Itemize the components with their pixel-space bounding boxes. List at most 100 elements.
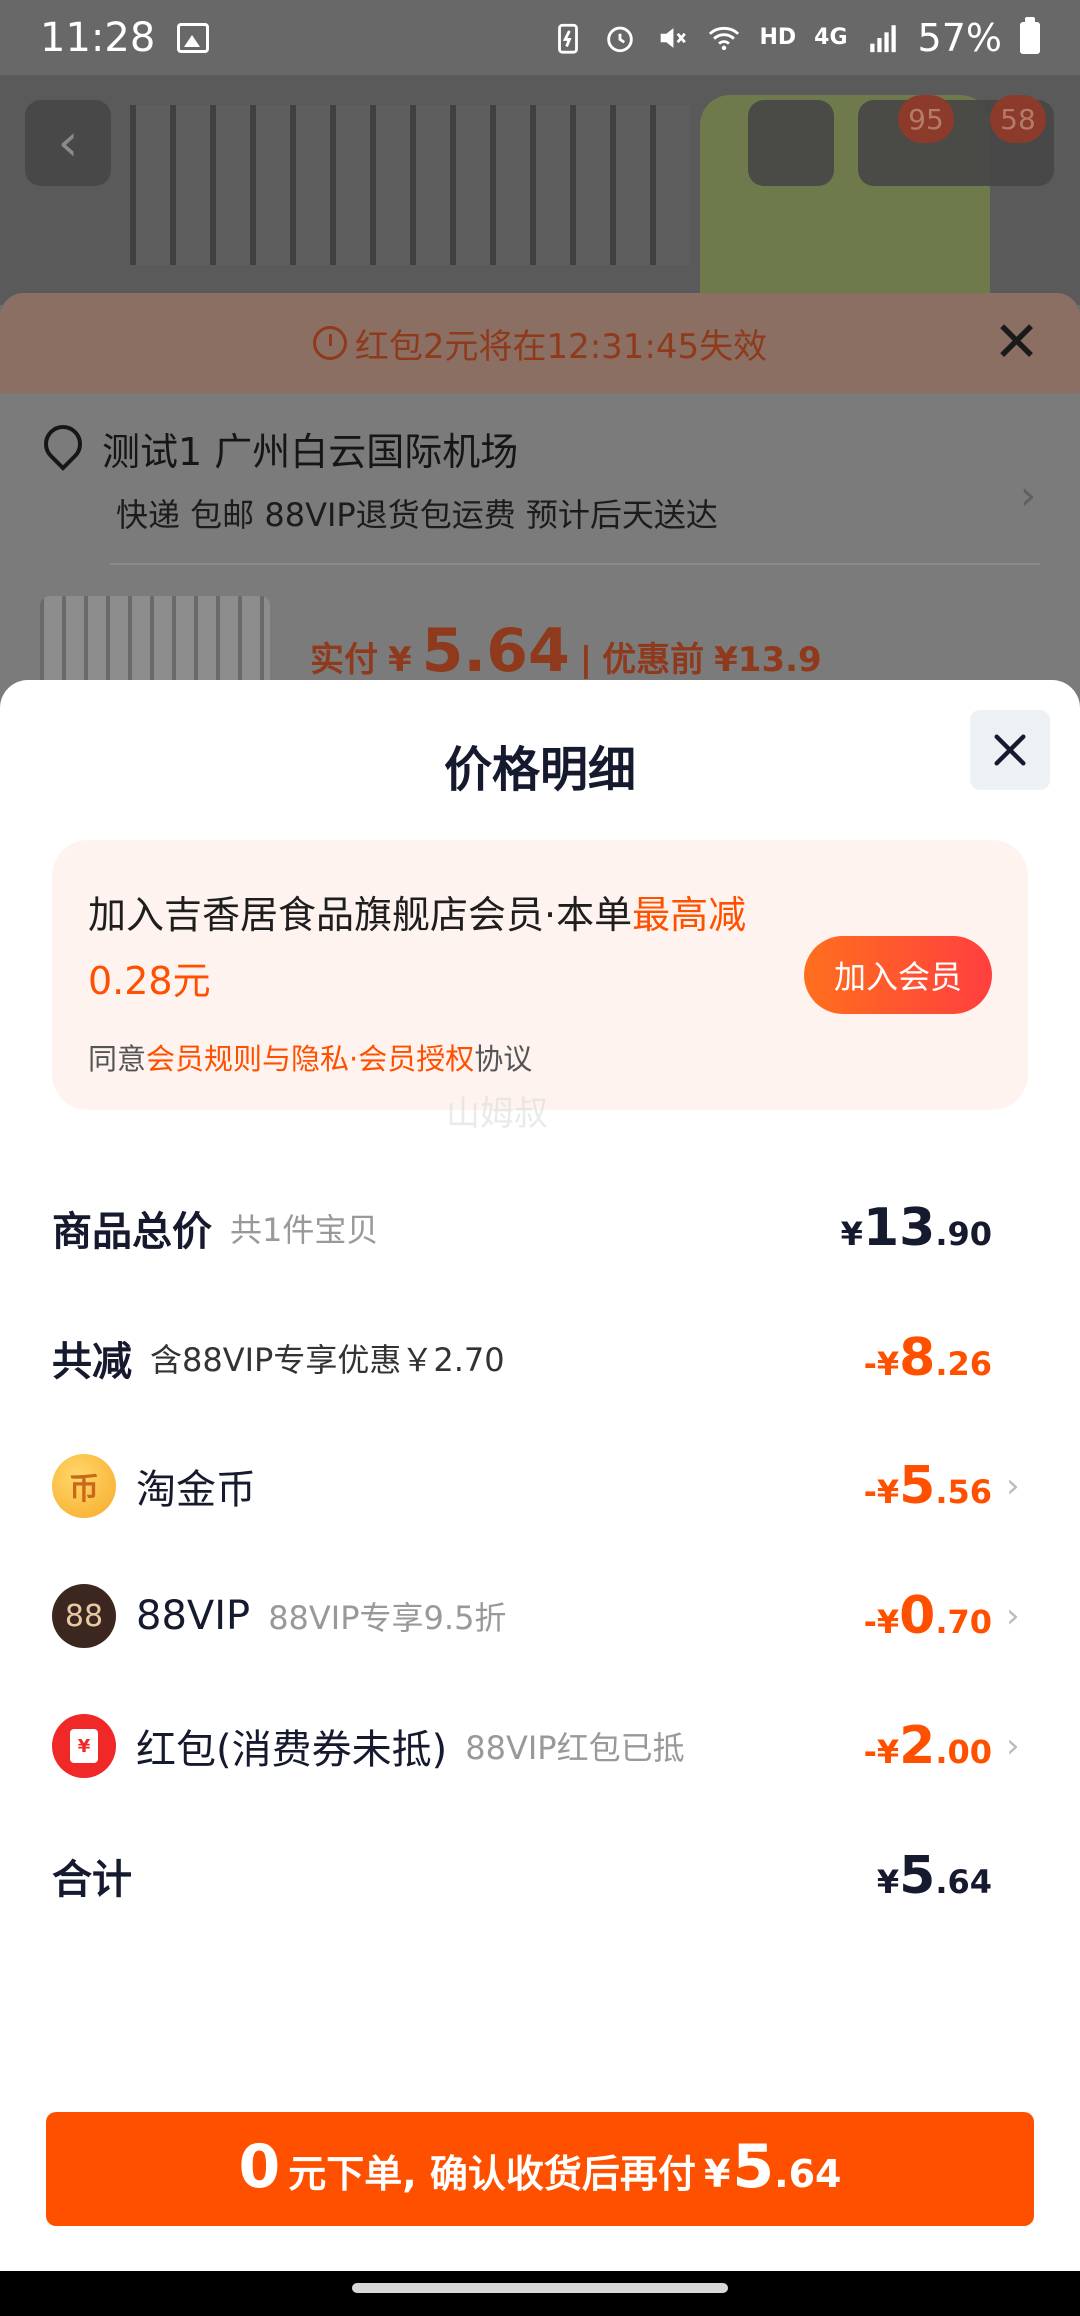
gold-coin-icon: 币	[52, 1454, 116, 1518]
order-sheet: 红包2元将在12:31:45失效 ✕ 测试1 广州白云国际机场 快递 包邮 88…	[0, 293, 1080, 713]
row-sum: 合计 ¥5.64	[52, 1836, 1028, 1916]
total-price-value: ¥13.90	[841, 1198, 992, 1258]
value-decimal: .56	[935, 1473, 992, 1511]
hd-indicator: HD	[759, 25, 797, 50]
status-time: 11:28	[40, 14, 156, 61]
discount-sub: 含88VIP专享优惠￥2.70	[150, 1341, 505, 1379]
join-member-button[interactable]: 加入会员	[804, 936, 992, 1014]
vip-sub: 88VIP专享9.5折	[268, 1599, 507, 1637]
back-button[interactable]: ‹	[25, 100, 111, 186]
redpack-value: -¥ 2.00	[864, 1716, 992, 1776]
agree-prefix: 同意	[88, 1042, 147, 1076]
total-price-sub: 共1件宝贝	[230, 1211, 379, 1249]
member-agreement: 同意会员规则与隐私·会员授权协议	[88, 1036, 992, 1078]
sum-value: ¥5.64	[877, 1846, 992, 1906]
row-88vip[interactable]: 88 88VIP 88VIP专享9.5折 -¥ 0.70 ›	[52, 1576, 1028, 1656]
discount-label: 共减	[52, 1339, 132, 1385]
value-currency: -¥	[863, 1473, 900, 1511]
member-promo-main: 加入吉香居食品旗舰店会员·本单	[88, 893, 633, 937]
order-price: 实付 ¥ 5.64 | 优惠前 ¥13.9	[310, 616, 822, 686]
wifi-icon	[709, 26, 740, 50]
location-pin-icon	[40, 425, 80, 473]
member-promo-card: 加入吉香居食品旗舰店会员·本单最高减0.28元 同意会员规则与隐私·会员授权协议…	[52, 840, 1028, 1110]
address-text: 测试1 广州白云国际机场	[102, 430, 519, 474]
red-envelope-icon: ¥	[52, 1714, 116, 1778]
paid-currency: ¥	[388, 640, 412, 680]
mute-icon	[661, 27, 687, 48]
agree-suffix: 协议	[474, 1042, 533, 1076]
value-integer: 8	[899, 1328, 936, 1388]
row-taojinbi[interactable]: 币 淘金币 -¥ 5.56 ›	[52, 1446, 1028, 1526]
value-decimal: .00	[935, 1733, 992, 1771]
submit-order-button[interactable]: 0 元下单, 确认收货后再付 ¥ 5 .64	[46, 2112, 1034, 2226]
value-integer: 13	[862, 1198, 936, 1258]
value-decimal: .90	[935, 1215, 992, 1253]
submit-zero: 0	[238, 2132, 281, 2202]
value-currency: -¥	[863, 1733, 900, 1771]
alarm-icon	[607, 26, 634, 52]
submit-amount-int: 5	[732, 2132, 775, 2202]
signal-icon	[869, 24, 896, 52]
chevron-right-icon: ›	[1006, 1466, 1020, 1506]
member-promo-text: 加入吉香居食品旗舰店会员·本单最高减0.28元	[88, 882, 748, 1014]
paid-label: 实付	[310, 640, 378, 680]
message-badge: 58	[990, 95, 1046, 143]
value-currency: ¥	[840, 1215, 863, 1253]
battery-percent: 57%	[917, 15, 1002, 60]
submit-amount-dec: .64	[774, 2152, 842, 2196]
network-type: 4G	[814, 25, 848, 50]
value-decimal: .70	[935, 1603, 992, 1641]
submit-currency: ¥	[703, 2152, 731, 2196]
price-separator: |	[579, 640, 593, 680]
member-rules-link[interactable]: 会员规则与隐私·会员授权	[146, 1042, 474, 1076]
clock-icon	[312, 326, 347, 360]
product-page-background: ‹ 95 58	[0, 75, 1080, 305]
value-integer: 0	[899, 1586, 936, 1646]
row-redpack[interactable]: ¥ 红包(消费券未抵) 88VIP红包已抵 -¥ 2.00 ›	[52, 1706, 1028, 1786]
vip-label: 88VIP	[136, 1593, 251, 1639]
status-bar: 11:28 HD 4G 57%	[0, 0, 1080, 75]
cart-badge: 95	[898, 95, 954, 143]
before-label: 优惠前	[602, 640, 705, 680]
before-amount: ¥13.9	[714, 640, 822, 680]
battery-icon	[1020, 16, 1040, 54]
chevron-right-icon: ›	[1020, 473, 1036, 519]
price-detail-sheet: 价格明细 加入吉香居食品旗舰店会员·本单最高减0.28元 同意会员规则与隐私·会…	[0, 680, 1080, 2271]
sheet-title: 价格明细	[443, 742, 636, 798]
close-icon[interactable]: ✕	[993, 315, 1040, 371]
value-currency: -¥	[863, 1603, 900, 1641]
vip-88-icon: 88	[52, 1584, 116, 1648]
value-integer: 2	[899, 1716, 936, 1776]
redpack-countdown-banner: 红包2元将在12:31:45失效 ✕	[0, 293, 1080, 393]
value-integer: 5	[899, 1846, 936, 1906]
sum-label: 合计	[52, 1857, 132, 1903]
battery-saver-icon	[558, 23, 579, 54]
red-envelope-glyph: ¥	[70, 1729, 98, 1763]
image-notification-icon	[177, 22, 210, 53]
value-decimal: .26	[935, 1345, 992, 1383]
value-integer: 5	[899, 1456, 936, 1516]
submit-text: 元下单, 确认收货后再付	[288, 2152, 696, 2196]
watermark: 山姆叔	[446, 1094, 548, 1134]
chevron-right-icon: ›	[1006, 1726, 1020, 1766]
total-price-label: 商品总价	[52, 1209, 212, 1255]
share-button[interactable]	[748, 100, 834, 186]
redpack-sub: 88VIP红包已抵	[465, 1729, 685, 1767]
chevron-left-icon: ‹	[57, 113, 79, 173]
close-icon	[994, 734, 1026, 766]
taojinbi-value: -¥ 5.56	[864, 1456, 992, 1516]
shipping-info: 快递 包邮 88VIP退货包运费 预计后天送达	[116, 496, 718, 534]
chevron-right-icon: ›	[1006, 1596, 1020, 1636]
product-image	[130, 105, 690, 265]
navigation-bar	[0, 2271, 1080, 2316]
value-currency: ¥	[876, 1863, 900, 1901]
taojinbi-label: 淘金币	[136, 1467, 256, 1513]
vip-value: -¥ 0.70	[864, 1586, 992, 1646]
address-section[interactable]: 测试1 广州白云国际机场 快递 包邮 88VIP退货包运费 预计后天送达 ›	[0, 393, 1080, 536]
close-button[interactable]	[970, 710, 1050, 790]
discount-value: -¥ 8.26	[864, 1328, 992, 1388]
row-discount: 共减 含88VIP专享优惠￥2.70 -¥ 8.26	[52, 1318, 1028, 1398]
paid-amount: 5.64	[421, 616, 570, 686]
home-gesture-handle[interactable]	[352, 2283, 728, 2293]
divider	[110, 563, 1040, 565]
